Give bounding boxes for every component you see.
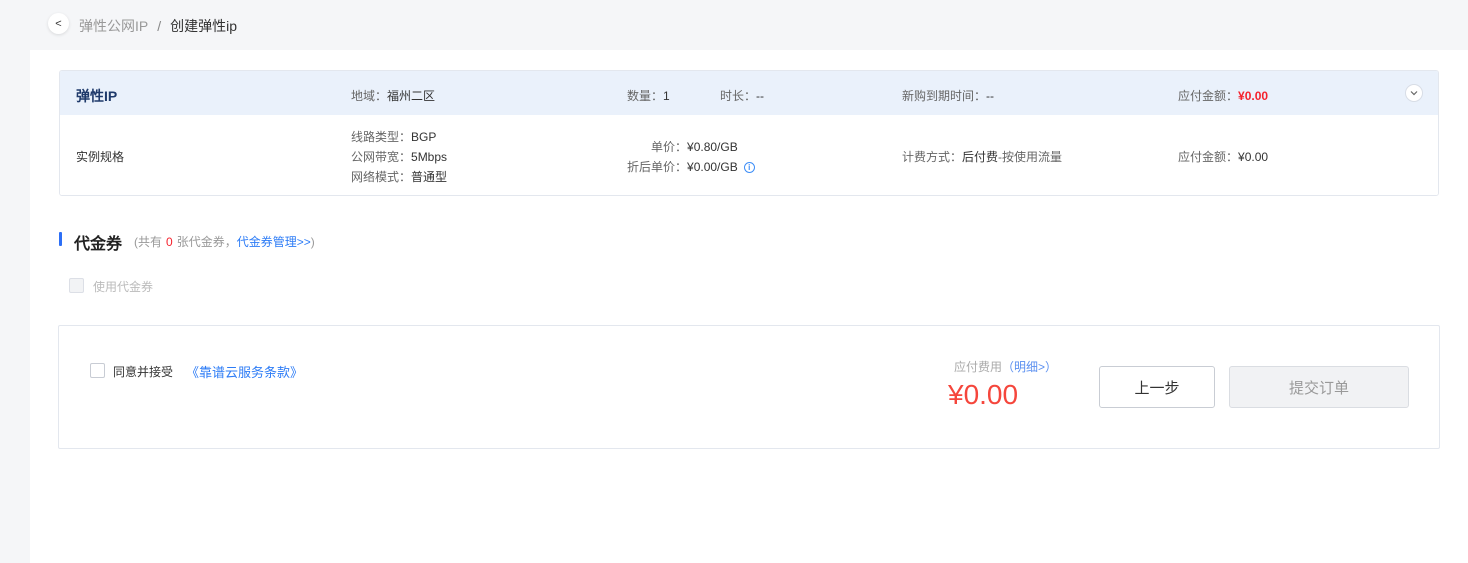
terms-link[interactable]: 《靠谱云服务条款》 <box>186 362 303 381</box>
duration-field: 时长：-- <box>720 87 764 104</box>
quantity-value: 1 <box>663 89 670 103</box>
quantity-label: 数量： <box>627 89 664 103</box>
fee-label-group: 应付费用（明细>） <box>954 358 1057 375</box>
order-summary-card: 弹性IP 地域：福州二区 数量：1 时长：-- 新购到期时间：-- 应付金额：¥… <box>59 70 1439 196</box>
voucher-manage-link[interactable]: 代金券管理>> <box>237 235 311 249</box>
bandwidth-value: 5Mbps <box>411 150 448 164</box>
section-accent-bar <box>59 232 62 246</box>
row-amount-field: 应付金额：¥0.00 <box>1178 148 1268 165</box>
unit-price-field: 单价：¥0.80/GB <box>651 138 738 155</box>
total-fee-amount: ¥0.00 <box>948 379 1019 410</box>
order-header-row: 弹性IP 地域：福州二区 数量：1 时长：-- 新购到期时间：-- 应付金额：¥… <box>60 71 1438 115</box>
billing-field: 计费方式：后付费-按使用流量 <box>902 148 1062 165</box>
breadcrumb: 弹性公网IP / 创建弹性ip <box>79 16 237 36</box>
line-type-value: BGP <box>411 130 437 144</box>
discount-price-label: 折后单价： <box>627 160 688 174</box>
spec-label: 实例规格 <box>76 150 125 164</box>
expire-value: -- <box>986 89 995 103</box>
row-amount-label: 应付金额： <box>1178 150 1239 164</box>
info-icon[interactable]: i <box>743 162 755 174</box>
expire-label: 新购到期时间： <box>902 89 987 103</box>
breadcrumb-parent[interactable]: 弹性公网IP <box>79 16 148 36</box>
prev-step-button[interactable]: 上一步 <box>1099 366 1215 408</box>
product-title: 弹性IP <box>76 88 118 104</box>
submit-order-button[interactable]: 提交订单 <box>1229 366 1409 408</box>
fee-label: 应付费用 <box>954 360 1003 374</box>
duration-value: -- <box>756 89 765 103</box>
top-bar: < 弹性公网IP / 创建弹性ip <box>0 0 1468 50</box>
amount-field: 应付金额：¥0.00 <box>1178 87 1268 104</box>
voucher-note-mid: 张代金券， <box>176 235 237 249</box>
voucher-note-suffix: ) <box>310 235 315 249</box>
network-mode-label: 网络模式： <box>351 170 412 184</box>
voucher-note-prefix: (共有 <box>134 235 162 249</box>
voucher-note: (共有 0 张代金券，代金券管理>>) <box>134 233 315 250</box>
unit-price-label: 单价： <box>651 140 688 154</box>
discount-price-value: ¥0.00/GB <box>687 160 738 174</box>
network-mode-value: 普通型 <box>411 170 448 184</box>
duration-label: 时长： <box>720 89 757 103</box>
voucher-count: 0 <box>166 235 173 249</box>
expire-field: 新购到期时间：-- <box>902 87 994 104</box>
back-icon[interactable]: < <box>48 13 69 34</box>
chevron-down-icon[interactable] <box>1405 84 1423 102</box>
row-amount-value: ¥0.00 <box>1238 150 1269 164</box>
region-field: 地域：福州二区 <box>351 87 435 104</box>
billing-label: 计费方式： <box>902 150 963 164</box>
bandwidth-label: 公网带宽： <box>351 150 412 164</box>
agree-terms-checkbox[interactable] <box>90 363 105 378</box>
line-type-label: 线路类型： <box>351 130 412 144</box>
use-voucher-checkbox[interactable] <box>69 278 84 293</box>
breadcrumb-separator: / <box>157 18 162 34</box>
use-voucher-label: 使用代金券 <box>93 280 154 294</box>
main-panel: 弹性IP 地域：福州二区 数量：1 时长：-- 新购到期时间：-- 应付金额：¥… <box>30 50 1468 563</box>
bandwidth-field: 公网带宽：5Mbps <box>351 148 447 165</box>
region-label: 地域： <box>351 89 388 103</box>
amount-value: ¥0.00 <box>1238 89 1269 103</box>
quantity-field: 数量：1 <box>627 87 670 104</box>
order-detail-row: 实例规格 线路类型：BGP 公网带宽：5Mbps 网络模式：普通型 单价：¥0.… <box>60 115 1438 195</box>
line-type-field: 线路类型：BGP <box>351 128 436 145</box>
voucher-section-title: 代金券 <box>74 236 123 253</box>
unit-price-value: ¥0.80/GB <box>687 140 738 154</box>
billing-value: 后付费 <box>962 150 999 164</box>
amount-label: 应付金额： <box>1178 89 1239 103</box>
region-value: 福州二区 <box>387 89 436 103</box>
discount-price-field: 折后单价：¥0.00/GB i <box>627 158 755 175</box>
breadcrumb-current: 创建弹性ip <box>170 18 238 34</box>
billing-suffix: -按使用流量 <box>998 150 1063 164</box>
fee-detail-link[interactable]: （明细>） <box>1002 360 1057 374</box>
network-mode-field: 网络模式：普通型 <box>351 168 447 185</box>
checkout-card: 同意并接受 《靠谱云服务条款》 应付费用（明细>） ¥0.00 上一步 提交订单 <box>58 325 1440 449</box>
agree-label: 同意并接受 <box>113 365 174 379</box>
